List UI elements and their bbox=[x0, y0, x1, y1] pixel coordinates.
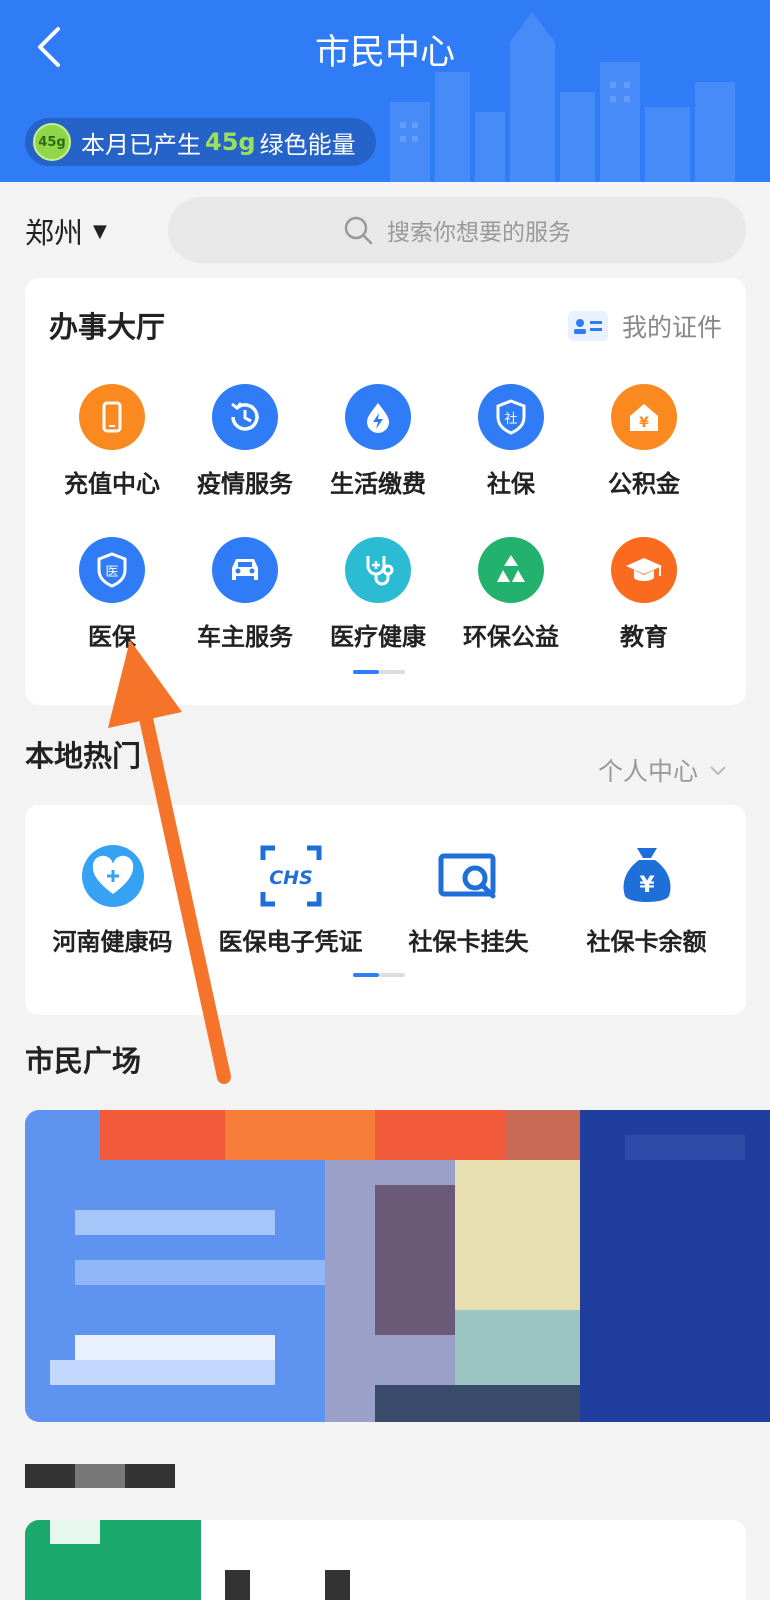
local-hot-title: 本地热门 bbox=[25, 739, 142, 773]
hot-ss-card-balance[interactable]: ¥ 社保卡余额 bbox=[559, 841, 734, 959]
service-environmental[interactable]: 环保公益 bbox=[444, 537, 578, 652]
search-bar[interactable]: 搜索你想要的服务 bbox=[168, 197, 746, 263]
redacted-content-card[interactable] bbox=[25, 1520, 746, 1600]
personal-center-label: 个人中心 bbox=[597, 757, 698, 786]
hot-label: 医保电子凭证 bbox=[218, 928, 363, 956]
service-social-security[interactable]: 社 社保 bbox=[444, 384, 578, 499]
my-certificates-label: 我的证件 bbox=[621, 313, 722, 342]
chs-icon: CHS bbox=[256, 841, 326, 911]
energy-badge-icon: 45g bbox=[33, 123, 71, 161]
service-label: 医保 bbox=[88, 623, 136, 651]
page-indicator bbox=[353, 973, 405, 977]
service-label: 教育 bbox=[620, 623, 668, 651]
card-search-icon bbox=[434, 841, 504, 911]
shield-social-icon: 社 bbox=[478, 384, 544, 450]
hot-label: 社保卡挂失 bbox=[408, 928, 529, 956]
service-label: 环保公益 bbox=[463, 623, 559, 651]
search-icon bbox=[344, 216, 373, 245]
chevron-down-icon bbox=[710, 766, 726, 776]
service-label: 医疗健康 bbox=[330, 623, 426, 651]
energy-value: 45g bbox=[205, 128, 256, 156]
personal-center-dropdown[interactable]: 个人中心 bbox=[598, 752, 730, 788]
page-title: 市民中心 bbox=[314, 33, 455, 73]
hot-ss-card-loss[interactable]: 社保卡挂失 bbox=[381, 841, 556, 959]
svg-text:¥: ¥ bbox=[639, 873, 655, 898]
service-label: 疫情服务 bbox=[197, 470, 293, 498]
my-certificates-link[interactable]: 我的证件 bbox=[567, 308, 722, 344]
hot-henan-health-code[interactable]: 河南健康码 bbox=[25, 841, 200, 959]
hot-label: 河南健康码 bbox=[52, 928, 173, 956]
clock-history-icon bbox=[212, 384, 278, 450]
service-label: 生活缴费 bbox=[330, 470, 426, 498]
phone-icon bbox=[79, 384, 145, 450]
green-energy-pill[interactable]: 45g 本月已产生 45g 绿色能量 bbox=[25, 118, 376, 166]
money-bag-icon: ¥ bbox=[612, 841, 682, 911]
service-epidemic[interactable]: 疫情服务 bbox=[178, 384, 312, 499]
house-yuan-icon: ¥ bbox=[611, 384, 677, 450]
svg-text:¥: ¥ bbox=[639, 415, 649, 431]
svg-text:CHS: CHS bbox=[269, 867, 313, 889]
service-recharge-center[interactable]: 充值中心 bbox=[45, 384, 179, 499]
plaza-banner-pixelated[interactable] bbox=[25, 1110, 770, 1422]
service-label: 车主服务 bbox=[197, 623, 293, 651]
caret-down-icon: ▼ bbox=[93, 220, 107, 242]
id-card-icon bbox=[567, 311, 608, 341]
graduation-cap-icon bbox=[611, 537, 677, 603]
svg-text:社: 社 bbox=[504, 411, 517, 427]
stethoscope-icon bbox=[345, 537, 411, 603]
service-hall-title: 办事大厅 bbox=[49, 310, 166, 344]
heart-plus-icon bbox=[78, 841, 148, 911]
hot-label: 社保卡余额 bbox=[586, 928, 707, 956]
energy-prefix: 本月已产生 bbox=[81, 130, 201, 159]
shield-medical-icon: 医 bbox=[79, 537, 145, 603]
city-selector[interactable]: 郑州 ▼ bbox=[25, 210, 107, 252]
car-icon bbox=[212, 537, 278, 603]
energy-suffix: 绿色能量 bbox=[259, 130, 356, 159]
page-indicator bbox=[353, 670, 405, 674]
service-utility-payment[interactable]: 生活缴费 bbox=[311, 384, 445, 499]
service-hall-card: 办事大厅 我的证件 充值中心 疫情服务 生活缴费 社 社保 ¥ 公积金 医 医保… bbox=[25, 278, 746, 705]
header-banner: 市民中心 45g 本月已产生 45g 绿色能量 bbox=[0, 0, 770, 182]
local-hot-card: 河南健康码 CHS 医保电子凭证 社保卡挂失 ¥ 社保卡余额 bbox=[25, 805, 746, 1015]
svg-text:医: 医 bbox=[105, 565, 118, 580]
service-medical-insurance[interactable]: 医 医保 bbox=[45, 537, 179, 652]
redacted-section-title bbox=[25, 1464, 175, 1488]
service-education[interactable]: 教育 bbox=[577, 537, 711, 652]
service-medical-health[interactable]: 医疗健康 bbox=[311, 537, 445, 652]
city-name: 郑州 bbox=[25, 216, 84, 250]
hot-medical-e-voucher[interactable]: CHS 医保电子凭证 bbox=[203, 841, 378, 959]
service-label: 充值中心 bbox=[64, 470, 160, 498]
flame-drop-icon bbox=[345, 384, 411, 450]
service-car-owner[interactable]: 车主服务 bbox=[178, 537, 312, 652]
search-placeholder: 搜索你想要的服务 bbox=[387, 220, 571, 246]
recycle-icon bbox=[478, 537, 544, 603]
service-label: 公积金 bbox=[608, 470, 680, 498]
service-housing-fund[interactable]: ¥ 公积金 bbox=[577, 384, 711, 499]
citizen-plaza-title: 市民广场 bbox=[25, 1044, 142, 1078]
service-label: 社保 bbox=[487, 470, 535, 498]
